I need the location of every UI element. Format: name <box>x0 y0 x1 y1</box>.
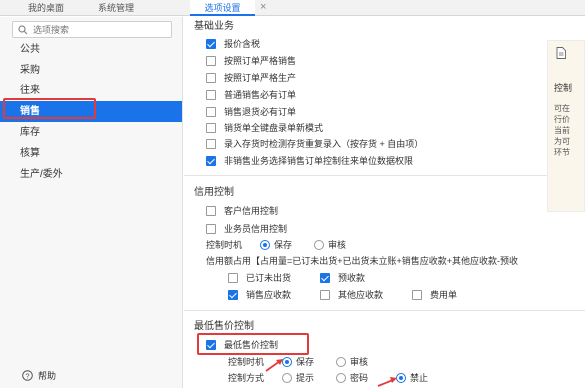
search-input[interactable] <box>33 23 163 36</box>
checkbox[interactable] <box>228 290 238 300</box>
checkbox[interactable] <box>206 206 216 216</box>
divider <box>184 310 585 311</box>
arrow-icon <box>377 377 397 387</box>
side-help-card: 控制 可在 行价 当前 为可 环节 <box>547 40 585 212</box>
document-icon <box>556 47 566 61</box>
checkbox[interactable] <box>206 156 216 166</box>
option-label: 业务员信用控制 <box>224 224 288 234</box>
checkbox[interactable] <box>206 224 216 234</box>
option-label: 预收款 <box>338 273 366 283</box>
close-icon[interactable]: × <box>260 0 266 16</box>
checkbox[interactable] <box>228 273 238 283</box>
card-line: 当前 <box>554 126 570 135</box>
tab-my-desktop[interactable]: 我的桌面 <box>22 0 70 16</box>
option-label: 报价含税 <box>224 39 261 49</box>
radio-label: 保存 <box>274 240 293 250</box>
option-label: 已订未出货 <box>246 273 292 283</box>
sidebar-item-inventory[interactable]: 库存 <box>0 122 182 143</box>
tab-system-management[interactable]: 系统管理 <box>92 0 140 16</box>
card-title: 控制 <box>554 83 573 93</box>
radio-label: 密码 <box>350 373 369 383</box>
sidebar-item-accounting[interactable]: 核算 <box>0 143 182 164</box>
checkbox[interactable] <box>412 290 422 300</box>
sidebar-item-production[interactable]: 生产/委外 <box>0 164 182 185</box>
checkbox[interactable] <box>206 73 216 83</box>
search-icon <box>18 25 28 37</box>
radio-prompt[interactable] <box>282 373 292 383</box>
radio-audit[interactable] <box>314 240 324 250</box>
option-label: 其他应收款 <box>338 290 384 300</box>
control-time-label: 控制时机 <box>228 357 265 367</box>
option-label: 客户信用控制 <box>224 206 279 216</box>
highlight-box-sales <box>3 98 96 119</box>
checkbox[interactable] <box>206 107 216 117</box>
radio-label: 审核 <box>328 240 347 250</box>
tab-option-settings[interactable]: 选项设置 <box>190 0 255 16</box>
option-label: 销售应收款 <box>246 290 292 300</box>
sidebar-item-purchase[interactable]: 采购 <box>0 60 182 81</box>
svg-text:?: ? <box>25 371 29 380</box>
tab-bar: 我的桌面 系统管理 选项设置 × <box>0 0 585 16</box>
control-mode-label: 控制方式 <box>228 373 265 383</box>
radio-label: 审核 <box>350 357 369 367</box>
highlight-box-minprice <box>197 333 309 355</box>
card-line: 行价 <box>554 115 570 124</box>
divider <box>184 175 585 176</box>
sidebar-item-public[interactable]: 公共 <box>0 39 182 60</box>
section-title-minprice: 最低售价控制 <box>194 321 254 332</box>
option-label: 销货单全键盘录单新模式 <box>224 123 324 133</box>
credit-formula: 信用额占用【占用量=已订未出货+已出货未立账+销售应收款+其他应收款-预收 <box>206 256 519 266</box>
radio-password[interactable] <box>336 373 346 383</box>
checkbox[interactable] <box>206 56 216 66</box>
option-label: 非销售业务选择销售订单控制往来单位数据权限 <box>224 156 414 166</box>
radio-audit[interactable] <box>336 357 346 367</box>
card-line: 为可 <box>554 137 570 146</box>
help-label: 帮助 <box>38 371 57 381</box>
option-label: 费用单 <box>430 290 458 300</box>
checkbox[interactable] <box>206 139 216 149</box>
section-title-basic: 基础业务 <box>194 21 234 32</box>
checkbox[interactable] <box>320 273 330 283</box>
arrow-icon <box>265 359 283 372</box>
option-label: 按照订单严格销售 <box>224 56 297 66</box>
card-line: 可在 <box>554 104 570 113</box>
checkbox[interactable] <box>320 290 330 300</box>
section-title-credit: 信用控制 <box>194 187 234 198</box>
radio-label: 提示 <box>296 373 315 383</box>
radio-save[interactable] <box>260 240 270 250</box>
radio-label: 保存 <box>296 357 315 367</box>
sidebar: 公共 采购 往来 销售 库存 核算 生产/委外 ? 帮助 <box>0 17 183 388</box>
checkbox[interactable] <box>206 123 216 133</box>
search-box[interactable] <box>12 21 172 38</box>
control-time-label: 控制时机 <box>206 240 243 250</box>
card-line: 环节 <box>554 148 570 157</box>
help-link[interactable]: ? 帮助 <box>22 369 56 383</box>
option-label: 普通销售必有订单 <box>224 90 297 100</box>
option-label: 录入存货时检测存货重复录入（按存货 + 自由项） <box>224 139 424 149</box>
checkbox[interactable] <box>206 90 216 100</box>
help-icon: ? <box>22 370 33 385</box>
checkbox[interactable] <box>206 39 216 49</box>
radio-label: 禁止 <box>410 373 429 383</box>
option-label: 销售退货必有订单 <box>224 107 297 117</box>
option-label: 按照订单严格生产 <box>224 73 297 83</box>
main-panel: 基础业务 报价含税 按照订单严格销售 按照订单严格生产 普通销售必有订单 销售退… <box>184 17 585 388</box>
